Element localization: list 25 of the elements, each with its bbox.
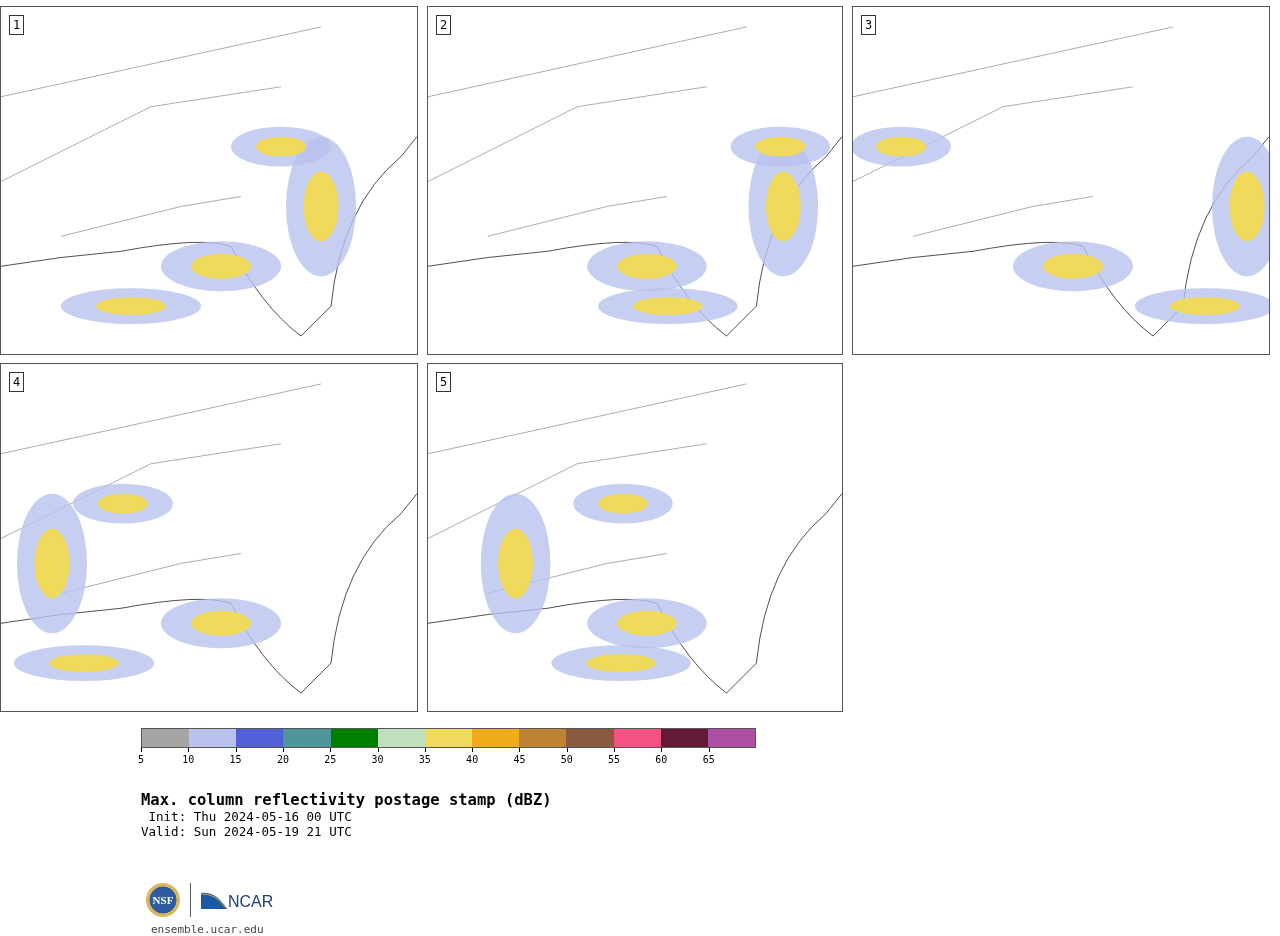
tick-label: 20 [276,748,289,766]
valid-time: Valid: Sun 2024-05-19 21 UTC [141,824,353,839]
tick-label: 35 [418,748,431,766]
tick-label: 60 [655,748,668,766]
panel-number: 2 [436,15,452,35]
tick-label: 5 [138,748,144,766]
panel-number: 1 [9,15,25,35]
tick-label: 65 [702,748,715,766]
tick-label: 30 [371,748,384,766]
tick-label: 40 [466,748,479,766]
tick-label: 10 [182,748,195,766]
tick-label: 55 [608,748,621,766]
panel-number: 5 [436,372,452,392]
tick-label: 45 [513,748,526,766]
init-time: Init: Thu 2024-05-16 00 UTC [147,809,353,824]
panel-number: 4 [9,372,25,392]
panel-number: 3 [861,15,877,35]
logo-wordmark: NCAR [228,895,274,909]
tick-label: 15 [229,748,242,766]
swoosh-icon [201,891,227,909]
chart-title: Max. column reflectivity postage stamp (dBZ) [141,792,553,809]
site-url: ensemble.ucar.edu [151,923,265,936]
seal-logo: NSF [146,883,180,917]
tick-label: 50 [560,748,573,766]
tick-label: 25 [324,748,337,766]
